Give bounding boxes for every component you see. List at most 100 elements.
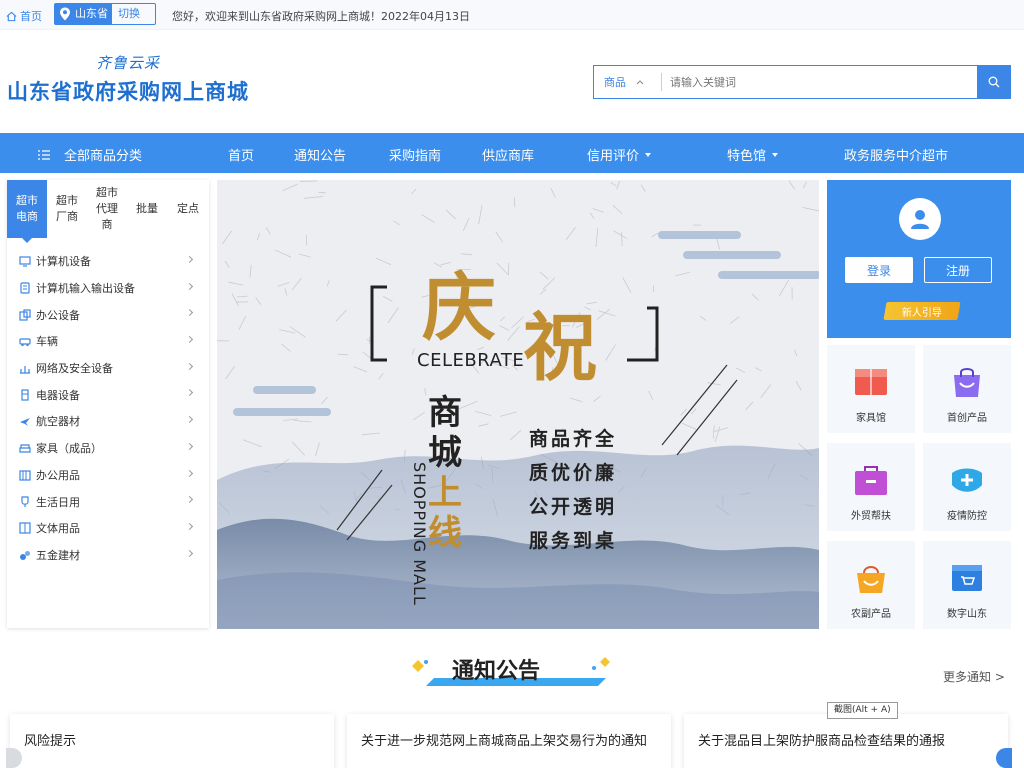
- category-item[interactable]: 办公用品: [7, 462, 209, 489]
- feature-tiles: 家具馆 首创产品 外贸帮扶 疫情防控 农副产品 数字山东: [827, 345, 1011, 629]
- mask-icon: [952, 468, 982, 492]
- chevron-up-icon: [636, 80, 644, 85]
- switch-province-button[interactable]: 切换: [112, 4, 146, 24]
- caret-down-icon: [772, 152, 779, 157]
- category-item[interactable]: 家具（成品）: [7, 435, 209, 462]
- location-selector[interactable]: 山东省 切换: [54, 3, 156, 25]
- nav-item-guide[interactable]: 采购指南: [389, 145, 441, 164]
- tile-label: 疫情防控: [947, 511, 987, 522]
- nav-item-notices[interactable]: 通知公告: [294, 145, 346, 164]
- tab-supermarket-agent[interactable]: 超市代理商: [87, 180, 127, 238]
- briefcase-icon: [855, 466, 887, 495]
- screenshot-tooltip: 截图(Alt + A): [827, 702, 898, 719]
- category-label: 网络及安全设备: [36, 362, 113, 376]
- category-item[interactable]: 生活日用: [7, 488, 209, 515]
- tile-furniture-hall[interactable]: 家具馆: [827, 345, 915, 433]
- category-label: 家具（成品）: [36, 442, 102, 456]
- nav-item-label: 通知公告: [294, 149, 347, 164]
- network-icon: [19, 362, 31, 374]
- notice-card-title: 关于进一步规范网上商城商品上架交易行为的通知: [361, 734, 648, 749]
- caret-down-icon: [645, 152, 652, 157]
- category-item[interactable]: 办公设备: [7, 301, 209, 328]
- all-categories-button[interactable]: 全部商品分类: [38, 145, 142, 164]
- tile-label: 首创产品: [947, 413, 987, 424]
- banner-artwork: [217, 180, 819, 629]
- category-panel: 超市电商 超市厂商 超市代理商 批量 定点 计算机设备计算机输入输出设备 办公设备…: [7, 180, 209, 628]
- carousel-next-button[interactable]: [996, 748, 1012, 768]
- category-item[interactable]: 五金建材: [7, 542, 209, 569]
- monitor-icon: [19, 255, 31, 267]
- chevron-right-icon: [185, 389, 194, 397]
- chevron-right-icon: [185, 496, 194, 504]
- basket-icon: [857, 566, 885, 593]
- nav-item-home[interactable]: 首页: [228, 145, 254, 164]
- main-nav: 全部商品分类 首页 通知公告 采购指南 供应商库 信用评价 特色馆 政务服务中介…: [0, 133, 1024, 173]
- chevron-right-icon: [185, 255, 194, 264]
- login-button[interactable]: 登录: [845, 257, 913, 283]
- nav-item-suppliers[interactable]: 供应商库: [482, 145, 534, 164]
- nav-item-featured[interactable]: 特色馆: [727, 145, 779, 164]
- province-label: 山东省: [75, 4, 112, 24]
- category-label: 航空器材: [36, 415, 80, 429]
- nav-item-label: 信用评价: [587, 149, 640, 164]
- tab-label: 超市厂商: [56, 194, 78, 223]
- tile-digital-shandong[interactable]: 数字山东: [923, 541, 1011, 629]
- search-category-dropdown[interactable]: 商品: [594, 73, 662, 91]
- notice-section-title: 通知公告: [452, 659, 541, 684]
- menu-icon: [38, 149, 50, 160]
- tab-supermarket-ecommerce[interactable]: 超市电商: [7, 180, 47, 243]
- chevron-right-icon: [185, 336, 194, 344]
- register-button[interactable]: 注册: [924, 257, 992, 283]
- search-input[interactable]: [662, 67, 977, 97]
- tab-label: 定点: [177, 202, 199, 215]
- search-bar: 商品: [593, 65, 1011, 99]
- more-notices-link[interactable]: 更多通知 >: [943, 668, 1005, 685]
- slogan: 齐鲁云采: [96, 54, 161, 72]
- category-item[interactable]: 文体用品: [7, 515, 209, 542]
- promo-banner[interactable]: 庆 祝 CELEBRATE 商 城 上 线 SHOPPING MALL 商品齐全…: [217, 180, 819, 629]
- category-item[interactable]: 航空器材: [7, 408, 209, 435]
- plane-icon: [19, 415, 31, 427]
- location-pin-icon: [55, 4, 75, 24]
- all-categories-label: 全部商品分类: [64, 149, 143, 164]
- category-item[interactable]: 计算机设备: [7, 248, 209, 275]
- notice-card[interactable]: 关于混品目上架防护服商品检查结果的通报: [684, 714, 1008, 768]
- home-link-label: 首页: [20, 10, 42, 23]
- user-avatar-icon: [899, 198, 941, 240]
- newcomer-guide-button[interactable]: 新人引导: [883, 302, 961, 320]
- category-label: 办公用品: [36, 468, 80, 482]
- tab-supermarket-manufacturer[interactable]: 超市厂商: [47, 180, 87, 238]
- tile-epidemic-prevention[interactable]: 疫情防控: [923, 443, 1011, 531]
- category-label: 五金建材: [36, 548, 80, 562]
- notice-card[interactable]: 风险提示: [10, 714, 334, 768]
- banner-line-1: 商品齐全: [529, 428, 618, 450]
- nav-item-agency-market[interactable]: 政务服务中介超市: [844, 145, 948, 164]
- search-button[interactable]: [977, 65, 1011, 99]
- nav-item-credit[interactable]: 信用评价: [587, 145, 652, 164]
- site-name-logo[interactable]: 山东省政府采购网上商城: [7, 76, 249, 106]
- category-label: 计算机设备: [36, 255, 91, 269]
- category-item[interactable]: 网络及安全设备: [7, 355, 209, 382]
- category-label: 生活日用: [36, 495, 80, 509]
- home-icon: [6, 11, 17, 21]
- banner-line-2: 质优价廉: [529, 462, 618, 484]
- tile-first-products[interactable]: 首创产品: [923, 345, 1011, 433]
- home-link[interactable]: 首页: [6, 8, 42, 24]
- tab-label: 超市代理商: [96, 186, 118, 231]
- cart-screen-icon: [952, 565, 982, 591]
- category-item[interactable]: 电器设备: [7, 381, 209, 408]
- category-item[interactable]: 计算机输入输出设备: [7, 275, 209, 302]
- notice-card[interactable]: 关于进一步规范网上商城商品上架交易行为的通知: [347, 714, 671, 768]
- furniture-hall-icon: [855, 369, 887, 395]
- car-icon: [19, 335, 31, 347]
- category-list: 计算机设备计算机输入输出设备 办公设备车辆网络及安全设备 电器设备航空器材家具（成品…: [7, 248, 209, 568]
- tile-agricultural-products[interactable]: 农副产品: [827, 541, 915, 629]
- search-category-label: 商品: [604, 76, 626, 89]
- tab-designated[interactable]: 定点: [167, 180, 209, 238]
- tile-trade-support[interactable]: 外贸帮扶: [827, 443, 915, 531]
- category-item[interactable]: 车辆: [7, 328, 209, 355]
- tab-bulk[interactable]: 批量: [127, 180, 167, 238]
- category-label: 车辆: [36, 335, 58, 349]
- category-label: 电器设备: [36, 388, 80, 402]
- banner-line-4: 服务到桌: [529, 530, 618, 552]
